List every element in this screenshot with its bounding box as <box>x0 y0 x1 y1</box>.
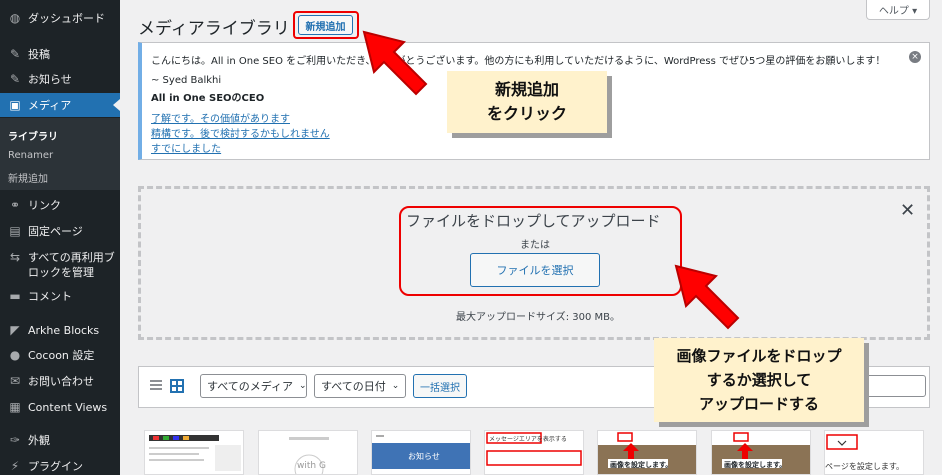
menu-arkhe-blocks[interactable]: ◤ Arkhe Blocks <box>0 318 120 342</box>
media-thumbnail[interactable]: 画像を設定します。 <box>711 430 811 475</box>
appearance-icon: ✑ <box>9 433 21 447</box>
submenu-renamer[interactable]: Renamer <box>8 150 53 161</box>
media-submenu: ライブラリ Renamer 新規追加 <box>0 118 120 190</box>
arkhe-icon: ◤ <box>10 323 20 337</box>
menu-label: 外観 <box>28 434 50 447</box>
date-filter-value: すべての日付 <box>321 380 386 393</box>
notice-author: ~ Syed Balkhi <box>151 75 222 86</box>
admin-sidebar: ◍ ダッシュボード ✎ 投稿 ✎ お知らせ ▣ メディア ライブラリ Renamer 新… <box>0 0 120 475</box>
menu-news[interactable]: ✎ お知らせ <box>0 67 120 91</box>
media-thumbnail[interactable]: with G <box>258 430 358 475</box>
chevron-down-icon: ⌄ <box>391 381 400 391</box>
thumbnail-image <box>149 435 241 471</box>
callout-text: するか選択して <box>706 371 812 389</box>
menu-label: コメント <box>28 290 72 303</box>
drop-highlight-box <box>399 206 682 296</box>
media-thumbnail[interactable] <box>144 430 244 475</box>
thumbnail-caption: 画像を設定します。 <box>724 461 787 469</box>
menu-contact[interactable]: ✉ お問い合わせ <box>0 369 120 393</box>
callout-text: 画像ファイルをドロップ <box>676 347 842 365</box>
menu-label: お知らせ <box>28 73 72 86</box>
grid-view-icon[interactable] <box>170 379 184 393</box>
pin-icon: ✎ <box>9 72 21 86</box>
annotation-callout: 新規追加 をクリック <box>447 71 607 133</box>
thumbnail-caption: with G <box>297 461 326 471</box>
link-icon: ⚭ <box>9 198 21 212</box>
annotation-arrow <box>362 30 428 96</box>
menu-label-line2: ロックを管理 <box>28 266 94 279</box>
menu-plugins[interactable]: ⚡ プラグイン <box>0 454 120 475</box>
menu-label: プラグイン <box>28 460 83 473</box>
menu-label: メディア <box>28 99 72 112</box>
callout-text: アップロードする <box>698 395 819 413</box>
thumbnail-caption: 画像を設定します。 <box>610 461 673 469</box>
thumbnail-caption: メッセージエリアを表示する <box>489 436 567 443</box>
callout-text: 新規追加 <box>494 80 559 99</box>
submenu-library[interactable]: ライブラリ <box>8 128 58 143</box>
menu-dashboard[interactable]: ◍ ダッシュボード <box>0 6 120 30</box>
cocoon-icon: ● <box>9 348 21 362</box>
page-icon: ▤ <box>9 224 21 238</box>
media-thumbnail[interactable]: ページを設定します。 <box>824 430 924 475</box>
notice-role: All in One SEOのCEO <box>151 93 265 104</box>
pin-icon: ✎ <box>9 47 21 61</box>
annotation-callout: 画像ファイルをドロップ するか選択して アップロードする <box>654 338 864 422</box>
menu-label: リンク <box>28 199 61 212</box>
menu-media[interactable]: ▣ メディア <box>0 93 120 117</box>
menu-pages[interactable]: ▤ 固定ページ <box>0 219 120 243</box>
page-title: メディアライブラリ <box>138 19 290 39</box>
menu-label: Content Views <box>28 400 108 414</box>
close-icon[interactable]: ✕ <box>900 200 915 221</box>
media-thumbnail[interactable]: お知らせ <box>371 430 471 475</box>
menu-reusable-blocks[interactable]: ⇆ すべての再利用ブ ロックを管理 <box>0 246 120 282</box>
menu-label: ダッシュボード <box>28 12 105 25</box>
notice-link-rate[interactable]: 了解です。その価値があります <box>151 114 290 125</box>
notice-message: こんにちは。All in One SEO をご利用いただき、ありがとうございます… <box>151 56 886 67</box>
menu-cocoon[interactable]: ● Cocoon 設定 <box>0 343 120 367</box>
max-upload-size: 最大アップロードサイズ: 300 MB。 <box>456 312 621 323</box>
mail-icon: ✉ <box>9 374 21 388</box>
menu-links[interactable]: ⚭ リンク <box>0 193 120 217</box>
menu-comments[interactable]: ▬ コメント <box>0 284 120 308</box>
plugin-icon: ⚡ <box>10 459 20 473</box>
notice-link-done[interactable]: すでにしました <box>151 144 221 155</box>
media-thumbnail[interactable]: メッセージエリアを表示する <box>484 430 584 475</box>
bulk-select-button[interactable]: 一括選択 <box>413 374 467 398</box>
submenu-add-new[interactable]: 新規追加 <box>8 170 48 185</box>
media-type-filter[interactable]: すべてのメディア ⌄ <box>200 374 307 398</box>
menu-label: すべての再利用ブ <box>28 251 115 264</box>
menu-label: Cocoon 設定 <box>28 349 95 362</box>
menu-posts[interactable]: ✎ 投稿 <box>0 42 120 66</box>
help-tab[interactable]: ヘルプ ▾ <box>866 0 930 20</box>
close-icon[interactable]: × <box>909 51 921 63</box>
media-type-filter-value: すべてのメディア <box>207 380 294 393</box>
menu-label: Arkhe Blocks <box>28 323 100 337</box>
grid-icon: ▦ <box>9 400 21 414</box>
add-new-highlight-box <box>293 11 359 39</box>
thumbnail-caption: お知らせ <box>408 452 440 461</box>
notice-link-later[interactable]: 精構です。後で検討するかもしれません <box>151 129 330 140</box>
menu-label: 投稿 <box>28 48 50 61</box>
reusable-block-icon: ⇆ <box>9 250 21 264</box>
date-filter[interactable]: すべての日付 ⌄ <box>314 374 406 398</box>
chevron-down-icon: ⌄ <box>299 381 307 391</box>
media-thumbnail[interactable]: 画像を設定します。 <box>597 430 697 475</box>
menu-label: お問い合わせ <box>28 375 94 388</box>
dashboard-icon: ◍ <box>9 11 21 25</box>
menu-label-wrap: すべての再利用ブ ロックを管理 <box>28 250 115 280</box>
annotation-arrow <box>674 264 740 330</box>
comment-icon: ▬ <box>9 289 21 303</box>
callout-text: をクリック <box>486 104 567 123</box>
menu-label: 固定ページ <box>28 225 83 238</box>
list-view-icon[interactable] <box>150 380 162 392</box>
media-icon: ▣ <box>9 98 21 112</box>
menu-content-views[interactable]: ▦ Content Views <box>0 395 120 419</box>
menu-appearance[interactable]: ✑ 外観 <box>0 428 120 452</box>
thumbnail-caption: ページを設定します。 <box>825 462 905 471</box>
